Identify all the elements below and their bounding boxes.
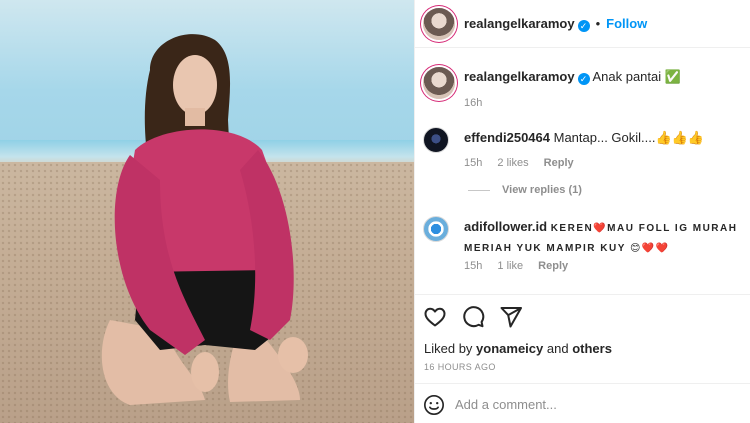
comment-likes[interactable]: 1 like [497, 260, 523, 272]
emoji-icon[interactable] [423, 394, 445, 416]
author-avatar[interactable] [423, 8, 455, 40]
photo-person [101, 34, 308, 405]
liker-username[interactable]: yonameicy [476, 341, 543, 356]
actions-bar: Liked by yonameicy and others 16 HOURS A… [415, 294, 750, 382]
caption-avatar[interactable] [423, 67, 455, 99]
comment-text: Mantap... Gokil....👍👍👍 [553, 130, 705, 145]
comment-time: 15h [464, 260, 483, 272]
heart-icon[interactable] [423, 305, 447, 329]
post-header: realangelkaramoy ✓ • Follow [415, 0, 750, 48]
add-comment-bar [415, 383, 750, 423]
caption-time: 16h [464, 97, 483, 109]
share-icon[interactable] [499, 305, 523, 329]
comment-likes[interactable]: 2 likes [497, 157, 528, 169]
verified-badge-icon: ✓ [577, 20, 590, 32]
caption-text: Anak pantai ✅ [592, 69, 681, 84]
likes-summary: Liked by yonameicy and others [424, 341, 612, 356]
post-timestamp: 16 HOURS AGO [424, 362, 496, 372]
reply-button[interactable]: Reply [544, 157, 574, 169]
author-username[interactable]: realangelkaramoy [464, 16, 575, 31]
reply-button[interactable]: Reply [538, 260, 568, 272]
post-photo[interactable] [0, 0, 414, 423]
comment-time: 15h [464, 157, 483, 169]
likes-and: and [546, 341, 569, 356]
commenter-username[interactable]: effendi250464 [464, 130, 550, 145]
commenter-avatar[interactable] [423, 216, 449, 242]
separator-dot: • [595, 16, 601, 31]
view-replies-label: View replies (1) [502, 184, 582, 196]
follow-button[interactable]: Follow [606, 16, 647, 31]
comment-input[interactable] [455, 392, 685, 416]
view-replies-button[interactable]: View replies (1) [468, 184, 582, 196]
likes-others-link[interactable]: others [572, 341, 612, 356]
comment-icon[interactable] [461, 305, 485, 329]
verified-badge-icon: ✓ [577, 73, 590, 85]
post-sidebar: realangelkaramoy ✓ • Follow realangelkaramo… [414, 0, 750, 423]
commenter-avatar[interactable] [423, 127, 449, 153]
replies-line [468, 189, 490, 191]
likes-prefix: Liked by [424, 341, 473, 356]
commenter-username[interactable]: adifollower.id [464, 219, 547, 234]
caption-username[interactable]: realangelkaramoy [464, 69, 575, 84]
